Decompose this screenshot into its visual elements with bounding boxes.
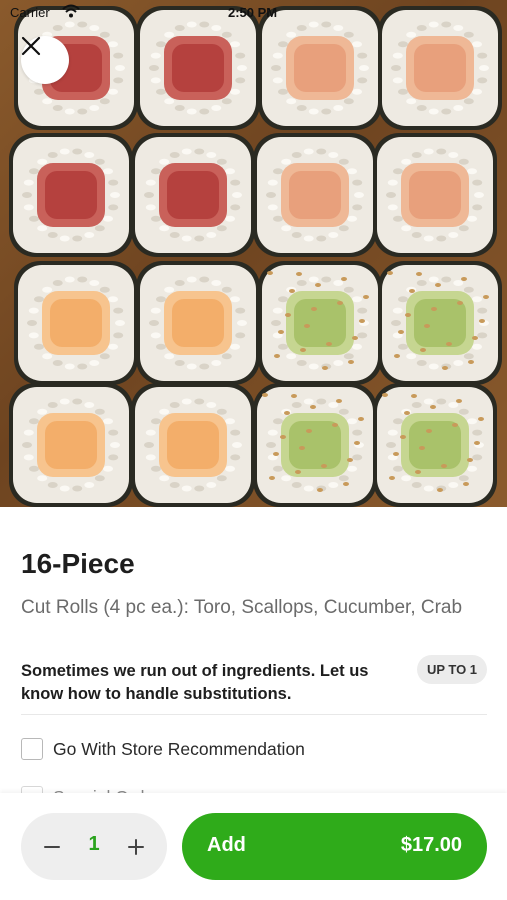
sushi-tray-image bbox=[9, 6, 502, 507]
sushi-roll-scallop bbox=[131, 383, 255, 507]
divider bbox=[21, 714, 487, 715]
item-title: 16-Piece bbox=[21, 548, 135, 579]
item-description: Cut Rolls (4 pc ea.): Toro, Scallops, Cu… bbox=[21, 597, 463, 618]
option-label: Go With Store Recommendation bbox=[53, 738, 305, 759]
quantity-value: 1 bbox=[88, 833, 100, 855]
close-icon bbox=[21, 36, 41, 56]
add-button-price: $17.00 bbox=[400, 834, 462, 856]
add-to-cart-button[interactable]: Add $17.00 bbox=[182, 813, 487, 880]
sushi-roll-cucumber bbox=[378, 261, 502, 385]
option-store-recommendation[interactable]: Go With Store Recommendation bbox=[21, 738, 305, 760]
sushi-roll-toro bbox=[9, 133, 133, 257]
product-image: Carrier 2:50 PM bbox=[0, 0, 507, 507]
status-carrier: Carrier bbox=[10, 5, 50, 20]
sushi-roll-scallop bbox=[14, 261, 138, 385]
wifi-icon bbox=[62, 4, 82, 19]
sushi-roll-cucumber bbox=[253, 383, 377, 507]
decrement-button[interactable] bbox=[39, 834, 65, 860]
sushi-roll-crab bbox=[373, 133, 497, 257]
selection-limit-badge: UP TO 1 bbox=[417, 655, 487, 684]
checkbox[interactable] bbox=[21, 738, 43, 760]
quantity-stepper: 1 bbox=[21, 813, 167, 880]
sushi-roll-cucumber bbox=[258, 261, 382, 385]
increment-button[interactable] bbox=[123, 834, 149, 860]
substitutions-heading: Sometimes we run out of ingredients. Let… bbox=[21, 662, 369, 703]
close-button[interactable] bbox=[21, 36, 69, 84]
bottom-action-bar: 1 Add $17.00 bbox=[0, 793, 507, 900]
add-button-label: Add bbox=[207, 834, 246, 856]
plus-icon bbox=[128, 839, 144, 855]
sushi-roll-scallop bbox=[136, 261, 260, 385]
sushi-roll-cucumber bbox=[373, 383, 497, 507]
sushi-roll-crab bbox=[253, 133, 377, 257]
status-bar: Carrier 2:50 PM bbox=[0, 0, 507, 26]
sushi-roll-scallop bbox=[9, 383, 133, 507]
sushi-roll-toro bbox=[131, 133, 255, 257]
status-time: 2:50 PM bbox=[228, 5, 278, 20]
minus-icon bbox=[44, 846, 60, 848]
